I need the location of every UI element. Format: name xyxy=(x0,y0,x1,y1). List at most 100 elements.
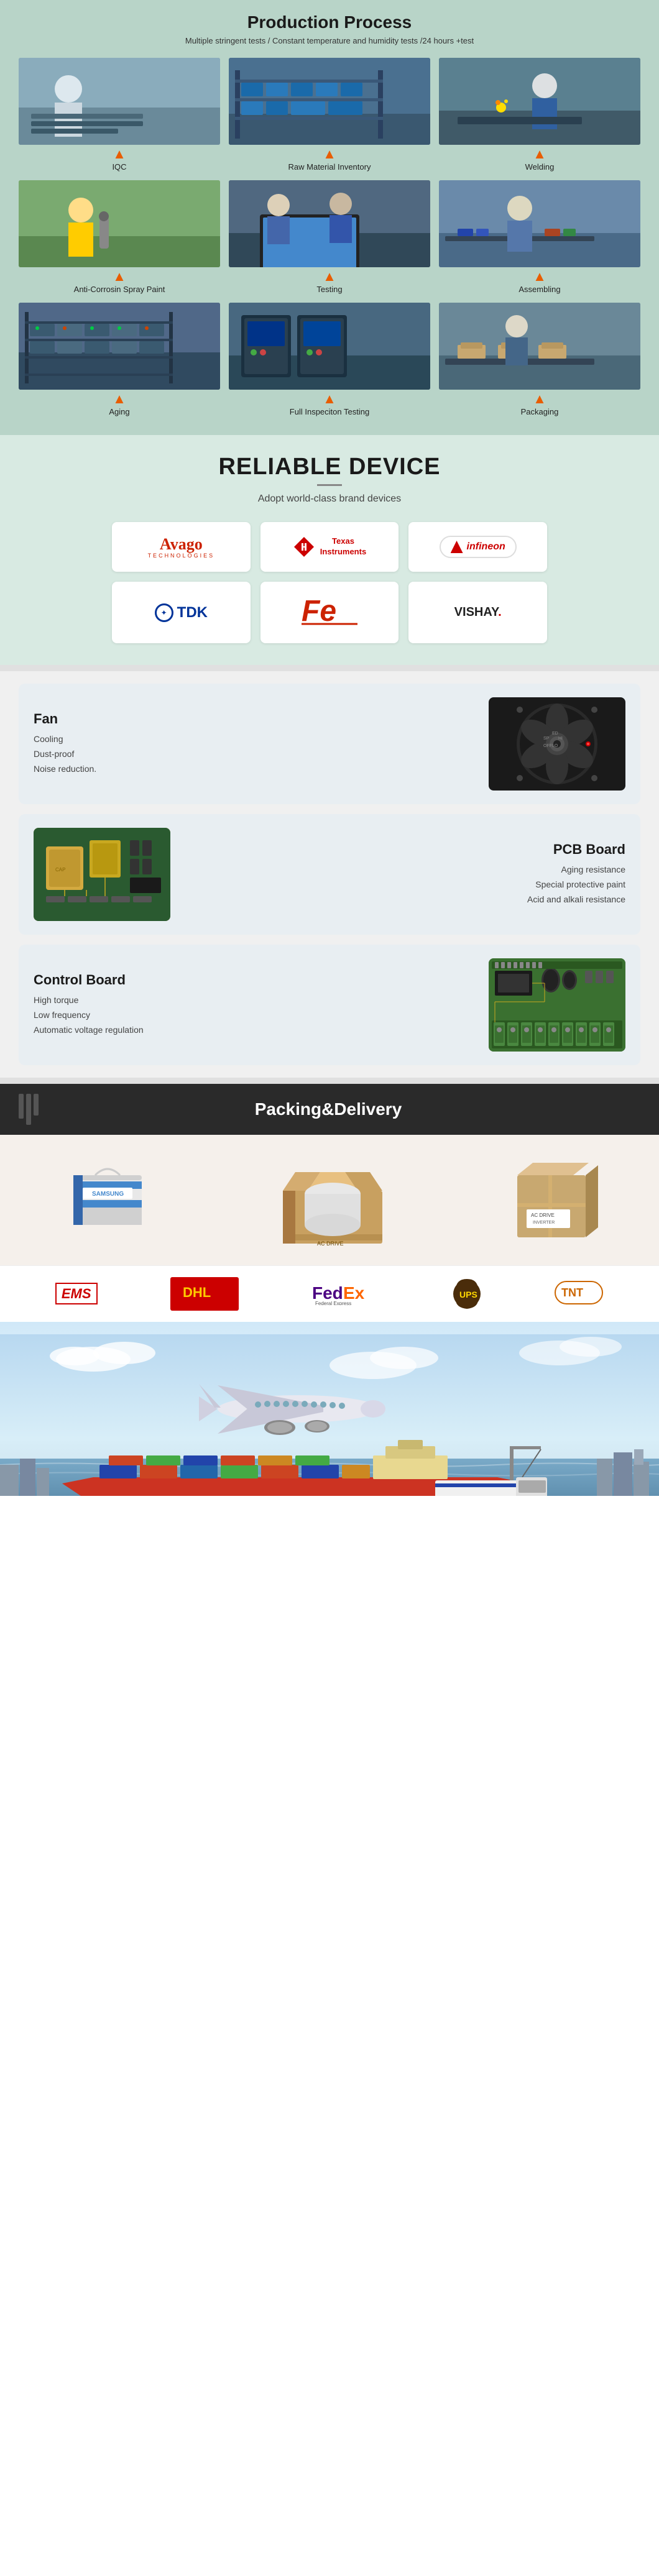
feature-ctrl-title: Control Board xyxy=(34,972,476,988)
feature-pcb-title: PCB Board xyxy=(183,841,625,858)
courier-dhl: DHL xyxy=(170,1277,239,1311)
svg-text:Fed: Fed xyxy=(312,1283,343,1303)
brand-grid: Avago TECHNOLOGIES TexasInstruments infi… xyxy=(112,522,547,643)
brand-vishay: VISHAY. xyxy=(408,582,547,643)
transport-section xyxy=(0,1322,659,1496)
package-3: AC DRIVE INVERTER xyxy=(505,1157,598,1244)
svg-text:SP: SP xyxy=(543,736,550,741)
courier-ems: EMS xyxy=(55,1285,98,1303)
brand-ti: TexasInstruments xyxy=(260,522,399,572)
brand-infineon: infineon xyxy=(408,522,547,572)
label-raw: Raw Material Inventory xyxy=(288,162,371,172)
ti-icon xyxy=(293,536,315,558)
process-photo-iqc xyxy=(19,58,220,145)
tdk-symbol xyxy=(155,603,173,622)
feature-ctrl-img xyxy=(489,958,625,1052)
svg-text:HI: HI xyxy=(558,736,563,741)
courier-section: EMS DHL Fed Ex Federal Express UPS TNT xyxy=(0,1265,659,1322)
ti-text: TexasInstruments xyxy=(320,536,366,557)
process-photo-packaging xyxy=(439,303,640,390)
packages-row: SAMSUNG xyxy=(0,1135,659,1265)
svg-text:CAP: CAP xyxy=(55,867,65,873)
label-iqc: IQC xyxy=(112,162,126,172)
svg-text:DHL: DHL xyxy=(183,1285,211,1300)
arrow-testing: ▲ xyxy=(323,270,336,283)
process-photo-assembling xyxy=(439,180,640,267)
arrow-raw: ▲ xyxy=(323,147,336,161)
process-item-assembling: ▲ Assembling xyxy=(439,180,640,294)
arrow-full: ▲ xyxy=(323,392,336,406)
gap1 xyxy=(0,665,659,671)
courier-ups: UPS xyxy=(453,1280,481,1308)
feature-fan-desc: CoolingDust-proofNoise reduction. xyxy=(34,732,476,776)
process-item-raw: ▲ Raw Material Inventory xyxy=(229,58,430,172)
arrow-packaging: ▲ xyxy=(533,392,546,406)
packing-title: Packing&Delivery xyxy=(48,1099,608,1119)
package-1: SAMSUNG xyxy=(61,1157,160,1244)
reliable-underline xyxy=(317,484,342,486)
arrow-welding: ▲ xyxy=(533,147,546,161)
infineon-text: infineon xyxy=(467,541,505,552)
svg-text:Federal Express: Federal Express xyxy=(315,1301,351,1305)
production-section: Production Process Multiple stringent te… xyxy=(0,0,659,435)
process-item-packaging: ▲ Packaging xyxy=(439,303,640,416)
courier-tnt: TNT xyxy=(554,1280,604,1308)
label-assembling: Assembling xyxy=(518,285,560,294)
feature-fan-img: SP ED HI LO OFF xyxy=(489,697,625,791)
svg-text:SAMSUNG: SAMSUNG xyxy=(92,1191,124,1198)
process-item-iqc: ▲ IQC xyxy=(19,58,220,172)
brand-tdk: TDK xyxy=(112,582,251,643)
arrow-spray: ▲ xyxy=(113,270,126,283)
label-testing: Testing xyxy=(316,285,342,294)
feature-pcb-text: PCB Board Aging resistanceSpecial protec… xyxy=(183,841,625,907)
svg-text:OFF: OFF xyxy=(543,744,552,748)
process-photo-welding xyxy=(439,58,640,145)
arrow-assembling: ▲ xyxy=(533,270,546,283)
production-title: Production Process xyxy=(19,12,640,32)
process-item-welding: ▲ Welding xyxy=(439,58,640,172)
feature-pcb-img: CAP xyxy=(34,828,170,921)
transport-svg xyxy=(0,1334,659,1496)
feature-ctrl-text: Control Board High torqueLow frequencyAu… xyxy=(34,972,476,1037)
features-section: Fan CoolingDust-proofNoise reduction. xyxy=(0,671,659,1078)
process-item-full: ▲ Full Inspeciton Testing xyxy=(229,303,430,416)
reliable-subtitle: Adopt world-class brand devices xyxy=(25,493,634,505)
feature-pcb: PCB Board Aging resistanceSpecial protec… xyxy=(19,814,640,935)
reliable-section: RELIABLE DEVICE Adopt world-class brand … xyxy=(0,435,659,665)
process-item-testing: ▲ Testing xyxy=(229,180,430,294)
gap2 xyxy=(0,1078,659,1084)
svg-text:TNT: TNT xyxy=(561,1286,583,1299)
packing-section: Packing&Delivery SAMSUNG xyxy=(0,1084,659,1265)
process-photo-full xyxy=(229,303,430,390)
courier-fedex: Fed Ex Federal Express xyxy=(312,1280,380,1308)
label-aging: Aging xyxy=(109,407,129,416)
arrow-aging: ▲ xyxy=(113,392,126,406)
brand-avago: Avago TECHNOLOGIES xyxy=(112,522,251,572)
feature-ctrl-desc: High torqueLow frequencyAutomatic voltag… xyxy=(34,993,476,1037)
process-grid: ▲ IQC xyxy=(19,58,640,416)
fe-text: Fe xyxy=(298,593,361,632)
label-full: Full Inspeciton Testing xyxy=(290,407,369,416)
label-spray: Anti-Corrosin Spray Paint xyxy=(74,285,165,294)
feature-ctrl: Control Board High torqueLow frequencyAu… xyxy=(19,945,640,1065)
packing-bars-icon xyxy=(19,1094,39,1125)
feature-fan-text: Fan CoolingDust-proofNoise reduction. xyxy=(34,711,476,776)
label-welding: Welding xyxy=(525,162,555,172)
infineon-icon xyxy=(451,541,463,553)
feature-pcb-desc: Aging resistanceSpecial protective paint… xyxy=(183,863,625,907)
svg-text:INVERTER: INVERTER xyxy=(533,1221,555,1225)
svg-text:LO: LO xyxy=(552,744,558,748)
arrow-iqc: ▲ xyxy=(113,147,126,161)
process-photo-spray xyxy=(19,180,220,267)
feature-fan: Fan CoolingDust-proofNoise reduction. xyxy=(19,684,640,804)
process-item-aging: ▲ Aging xyxy=(19,303,220,416)
process-item-spray: ▲ Anti-Corrosin Spray Paint xyxy=(19,180,220,294)
svg-text:UPS: UPS xyxy=(459,1290,477,1299)
label-packaging: Packaging xyxy=(521,407,559,416)
svg-text:Ex: Ex xyxy=(343,1283,365,1303)
process-photo-raw xyxy=(229,58,430,145)
production-subtitle: Multiple stringent tests / Constant temp… xyxy=(19,36,640,45)
brand-fe: Fe xyxy=(260,582,399,643)
reliable-title: RELIABLE DEVICE xyxy=(25,454,634,480)
process-photo-testing xyxy=(229,180,430,267)
